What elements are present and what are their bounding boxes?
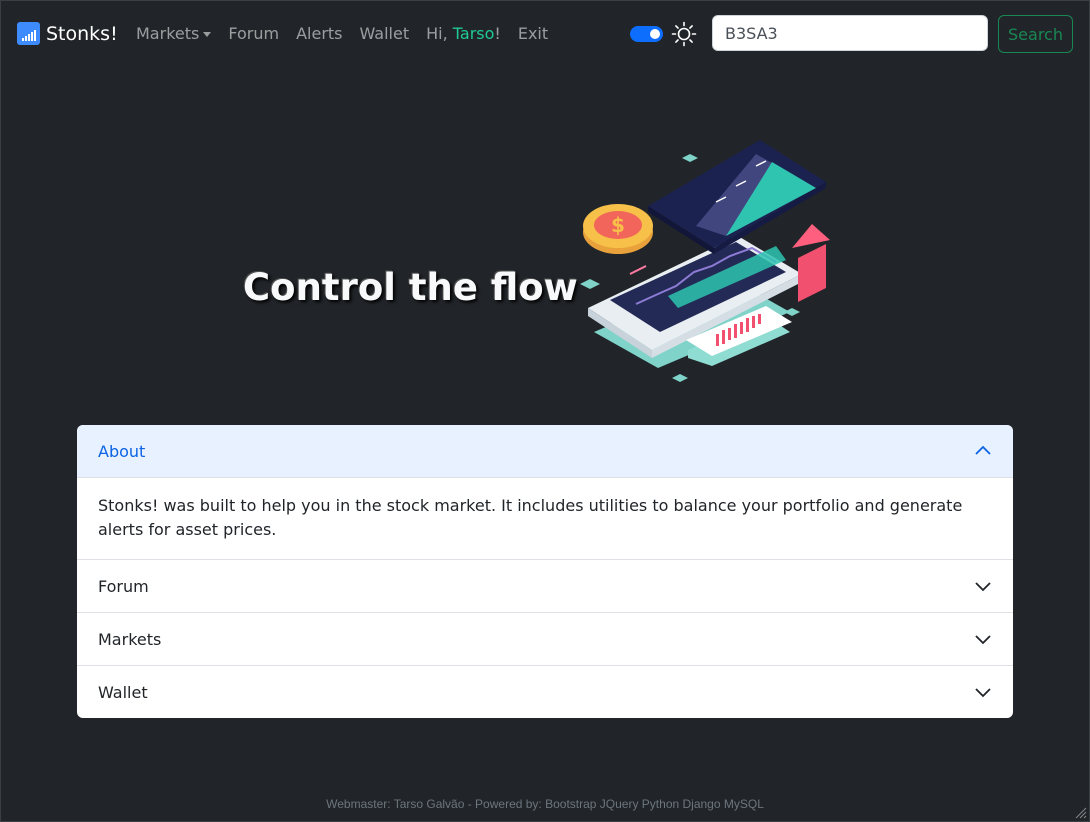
search-button[interactable]: Search [998, 15, 1073, 53]
accordion-header-about[interactable]: About [77, 425, 1013, 478]
username[interactable]: Tarso [453, 24, 495, 43]
svg-text:$: $ [611, 213, 625, 237]
nav-markets-dropdown[interactable]: Markets [136, 24, 212, 43]
accordion-body-about: Stonks! was built to help you in the sto… [98, 496, 963, 539]
accordion-title-forum: Forum [98, 576, 149, 596]
accordion-title-about: About [98, 441, 146, 461]
chevron-down-icon [975, 582, 991, 592]
brand-name: Stonks! [46, 22, 118, 45]
accordion-header-forum[interactable]: Forum [77, 560, 1013, 612]
chevron-down-icon [975, 635, 991, 645]
hero-title: Control the flow [243, 266, 578, 309]
brand-link[interactable]: Stonks! [17, 22, 118, 45]
page-footer: Webmaster: Tarso Galvão - Powered by: Bo… [326, 797, 764, 811]
stock-market-illustration: $ [580, 140, 830, 382]
greeting-prefix: Hi, [426, 24, 453, 43]
resize-grip-icon[interactable] [1075, 807, 1087, 819]
chevron-up-icon [975, 445, 991, 455]
nav-exit-link[interactable]: Exit [518, 24, 548, 43]
caret-down-icon [203, 32, 212, 37]
accordion-item-forum: Forum [77, 560, 1013, 613]
nav-markets-label: Markets [136, 24, 200, 43]
user-greeting: Hi, Tarso! [426, 24, 501, 43]
chevron-down-icon [975, 688, 991, 698]
accordion-title-markets: Markets [98, 629, 162, 649]
accordion-header-wallet[interactable]: Wallet [77, 666, 1013, 718]
search-input[interactable] [712, 15, 988, 51]
nav-links: Markets Forum Alerts Wallet Hi, Tarso! E… [136, 24, 565, 43]
nav-forum-link[interactable]: Forum [228, 24, 279, 43]
accordion-header-markets[interactable]: Markets [77, 613, 1013, 665]
greeting-suffix: ! [494, 24, 501, 43]
nav-alerts-link[interactable]: Alerts [296, 24, 342, 43]
accordion-item-wallet: Wallet [77, 666, 1013, 718]
info-accordion: About Stonks! was built to help you in t… [77, 425, 1013, 718]
signal-bars-icon [17, 22, 40, 45]
accordion-title-wallet: Wallet [98, 682, 148, 702]
accordion-item-about: About Stonks! was built to help you in t… [77, 425, 1013, 560]
accordion-item-markets: Markets [77, 613, 1013, 666]
theme-toggle-switch[interactable] [630, 26, 663, 42]
navbar: Stonks! Markets Forum Alerts Wallet Hi, … [0, 0, 1090, 68]
nav-wallet-link[interactable]: Wallet [360, 24, 410, 43]
sun-icon[interactable] [671, 21, 697, 47]
